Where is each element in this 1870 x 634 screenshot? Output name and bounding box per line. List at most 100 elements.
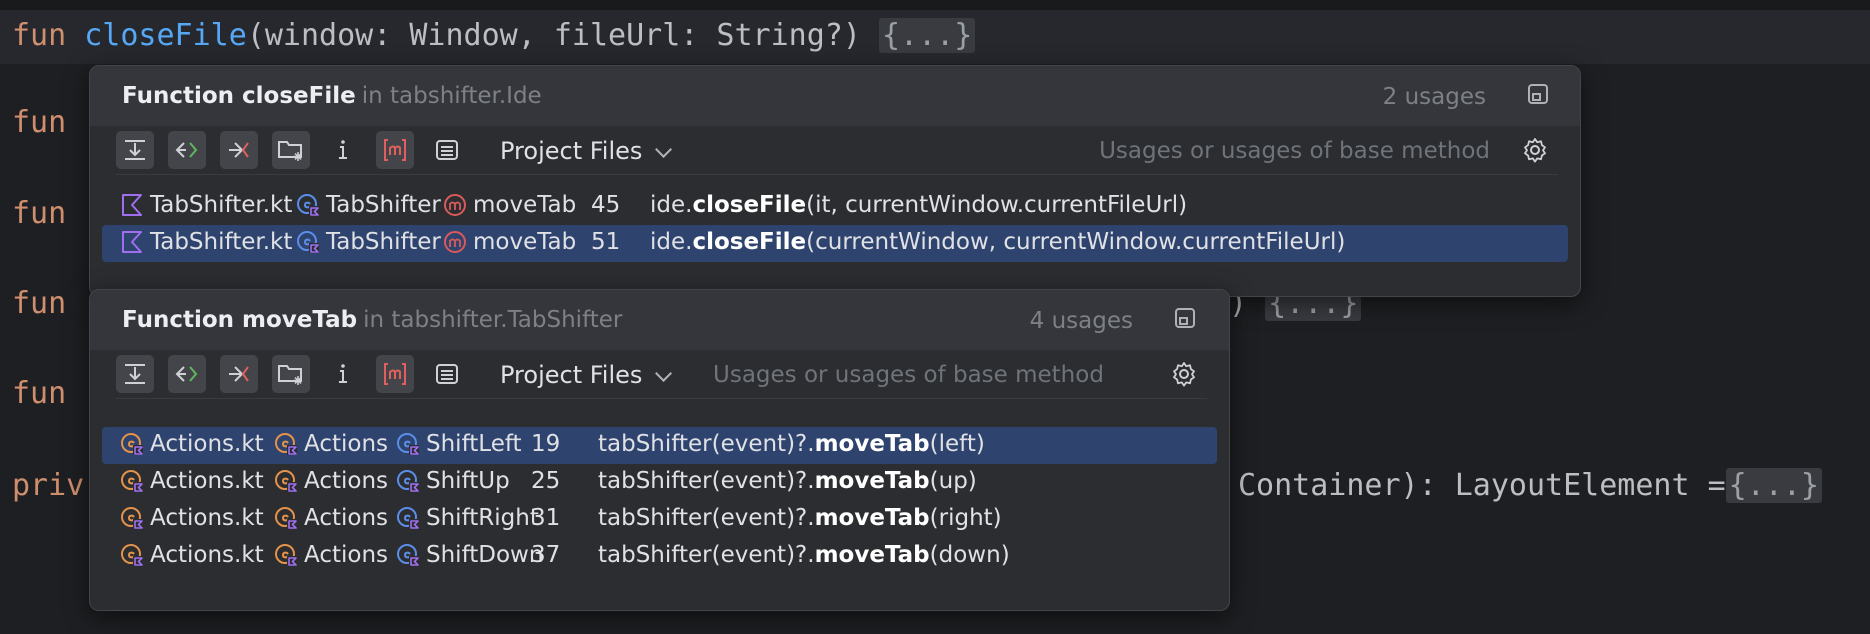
- class-file-icon: [121, 507, 143, 529]
- usages-list[interactable]: Actions.kt Actions ShiftLeft 19 tabShifter(e…: [102, 427, 1217, 575]
- usages-popup-closefile[interactable]: Function closeFile in tabshifter.Ide 2 us…: [89, 65, 1581, 297]
- group-by-directory-button[interactable]: [272, 131, 310, 169]
- info-button[interactable]: [324, 355, 362, 393]
- line-number: 31: [531, 505, 560, 531]
- show-read-access-icon: [175, 366, 198, 382]
- usage-file: TabShifter.kt: [120, 192, 292, 218]
- symbol-kind: Function: [122, 83, 235, 109]
- class-file-icon: [121, 470, 143, 492]
- snippet-pre: tabShifter(event)?.: [598, 431, 815, 457]
- keyword: fun: [12, 196, 67, 231]
- usage-row[interactable]: Actions.kt Actions ShiftUp 25 tabShifter(eve…: [102, 464, 1217, 501]
- usage-file-text: Actions.kt: [150, 505, 264, 531]
- usage-file-text: Actions.kt: [150, 542, 264, 568]
- kotlin-class-icon: [397, 544, 419, 566]
- preview-icon: [436, 140, 458, 160]
- usage-class: Actions: [274, 431, 388, 457]
- write-access-button[interactable]: [220, 131, 258, 169]
- preview-button[interactable]: [428, 131, 466, 169]
- scope-label: Project Files: [500, 361, 643, 389]
- group-by-directory-button[interactable]: [272, 355, 310, 393]
- merge-usages-button[interactable]: [116, 355, 154, 393]
- code-line-6[interactable]: priv: [12, 466, 84, 506]
- code-line-3[interactable]: fun: [12, 194, 66, 234]
- gear-icon[interactable]: [1522, 137, 1548, 163]
- popup-header: Function moveTab in tabshifter.TabShifter…: [90, 290, 1229, 350]
- usage-snippet: tabShifter(event)?. moveTab (right): [598, 505, 1002, 531]
- info-icon: [339, 364, 347, 383]
- group-by-method-button[interactable]: [376, 131, 414, 169]
- preview-button[interactable]: [428, 355, 466, 393]
- snippet-post: (it, currentWindow.currentFileUrl): [806, 192, 1188, 218]
- kotlin-class-icon: [297, 194, 319, 216]
- usages-popup-movetab[interactable]: Function moveTab in tabshifter.TabShifter…: [89, 289, 1230, 611]
- method-icon: [444, 231, 466, 253]
- usage-count: 4 usages: [1029, 308, 1133, 334]
- snippet-post: (up): [929, 468, 977, 494]
- snippet-bold: moveTab: [814, 468, 930, 494]
- code-line-5[interactable]: fun: [12, 374, 66, 414]
- snippet-post: (down): [929, 542, 1010, 568]
- class-file-icon: [121, 544, 143, 566]
- usage-method-text: ShiftLeft: [426, 431, 522, 457]
- read-access-button[interactable]: [168, 355, 206, 393]
- function-name[interactable]: closeFile: [84, 18, 247, 53]
- usage-file: Actions.kt: [120, 542, 264, 568]
- code-line-6-visible-tail[interactable]: Container): LayoutElement = {...}: [1238, 466, 1822, 506]
- usage-row[interactable]: TabShifter.kt TabShifter moveTab 51 ide. clos…: [102, 225, 1568, 262]
- usage-file: Actions.kt: [120, 468, 264, 494]
- code-line-4[interactable]: fun: [12, 284, 66, 324]
- usage-class: Actions: [274, 542, 388, 568]
- usage-class: Actions: [274, 468, 388, 494]
- usage-row[interactable]: Actions.kt Actions ShiftRight 31 tabShifter(…: [102, 501, 1217, 538]
- code-line-2[interactable]: fun: [12, 103, 66, 143]
- usage-class-text: TabShifter: [326, 229, 441, 255]
- code-line-1[interactable]: fun closeFile(window: Window, fileUrl: S…: [12, 16, 976, 56]
- symbol-location: in tabshifter.Ide: [361, 83, 542, 109]
- usage-file: Actions.kt: [120, 431, 264, 457]
- keyword: fun: [12, 105, 67, 140]
- info-button[interactable]: [324, 131, 362, 169]
- preview-icon: [436, 364, 458, 384]
- line-number-text: 51: [591, 229, 621, 255]
- usage-class: TabShifter: [296, 192, 441, 218]
- gear-icon[interactable]: [1171, 361, 1197, 387]
- usage-file-text: TabShifter.kt: [150, 229, 293, 255]
- symbol-location: in tabshifter.TabShifter: [363, 307, 623, 333]
- usage-method: ShiftLeft: [396, 431, 522, 457]
- show-write-access-icon: [229, 366, 249, 382]
- line-number: 19: [531, 431, 560, 457]
- usage-row[interactable]: TabShifter.kt TabShifter moveTab 45 ide. clos…: [102, 188, 1568, 225]
- usage-row[interactable]: Actions.kt Actions ShiftLeft 19 tabShifter(e…: [102, 427, 1217, 464]
- usages-list[interactable]: TabShifter.kt TabShifter moveTab 45 ide. clos…: [102, 188, 1568, 262]
- usage-method: moveTab: [443, 192, 576, 218]
- popup-toolbar: Project Files Usages or usages of base m…: [116, 350, 1207, 399]
- class-file-icon: [121, 433, 143, 455]
- scope-selector[interactable]: Project Files: [500, 137, 673, 165]
- object-class-icon: [275, 544, 297, 566]
- scope-selector[interactable]: Project Files: [500, 361, 673, 389]
- symbol-name: closeFile: [242, 83, 356, 109]
- folded-code[interactable]: {...}: [878, 18, 976, 53]
- group-by-method-button[interactable]: [376, 355, 414, 393]
- usage-method-text: ShiftUp: [426, 468, 510, 494]
- line-number-text: 25: [531, 468, 561, 494]
- code-text: (window: Window, fileUrl: String?): [246, 18, 879, 53]
- usage-row[interactable]: Actions.kt Actions ShiftDown 37 tabShifter(e…: [102, 538, 1217, 575]
- usage-method-text: moveTab: [473, 192, 577, 218]
- pin-icon[interactable]: [1526, 82, 1550, 106]
- pin-icon[interactable]: [1173, 306, 1197, 330]
- object-class-icon: [275, 470, 297, 492]
- folded-code[interactable]: {...}: [1725, 468, 1822, 503]
- usage-file-text: Actions.kt: [150, 431, 264, 457]
- read-access-button[interactable]: [168, 131, 206, 169]
- merge-usages-button[interactable]: [116, 131, 154, 169]
- usage-file-text: TabShifter.kt: [150, 192, 293, 218]
- chevron-down-icon: [655, 140, 673, 158]
- merge-usages-icon: [125, 140, 145, 160]
- object-class-icon: [275, 507, 297, 529]
- editor-top-border: [0, 0, 1870, 10]
- write-access-button[interactable]: [220, 355, 258, 393]
- usage-method: ShiftDown: [396, 542, 543, 568]
- kotlin-class-icon: [397, 507, 419, 529]
